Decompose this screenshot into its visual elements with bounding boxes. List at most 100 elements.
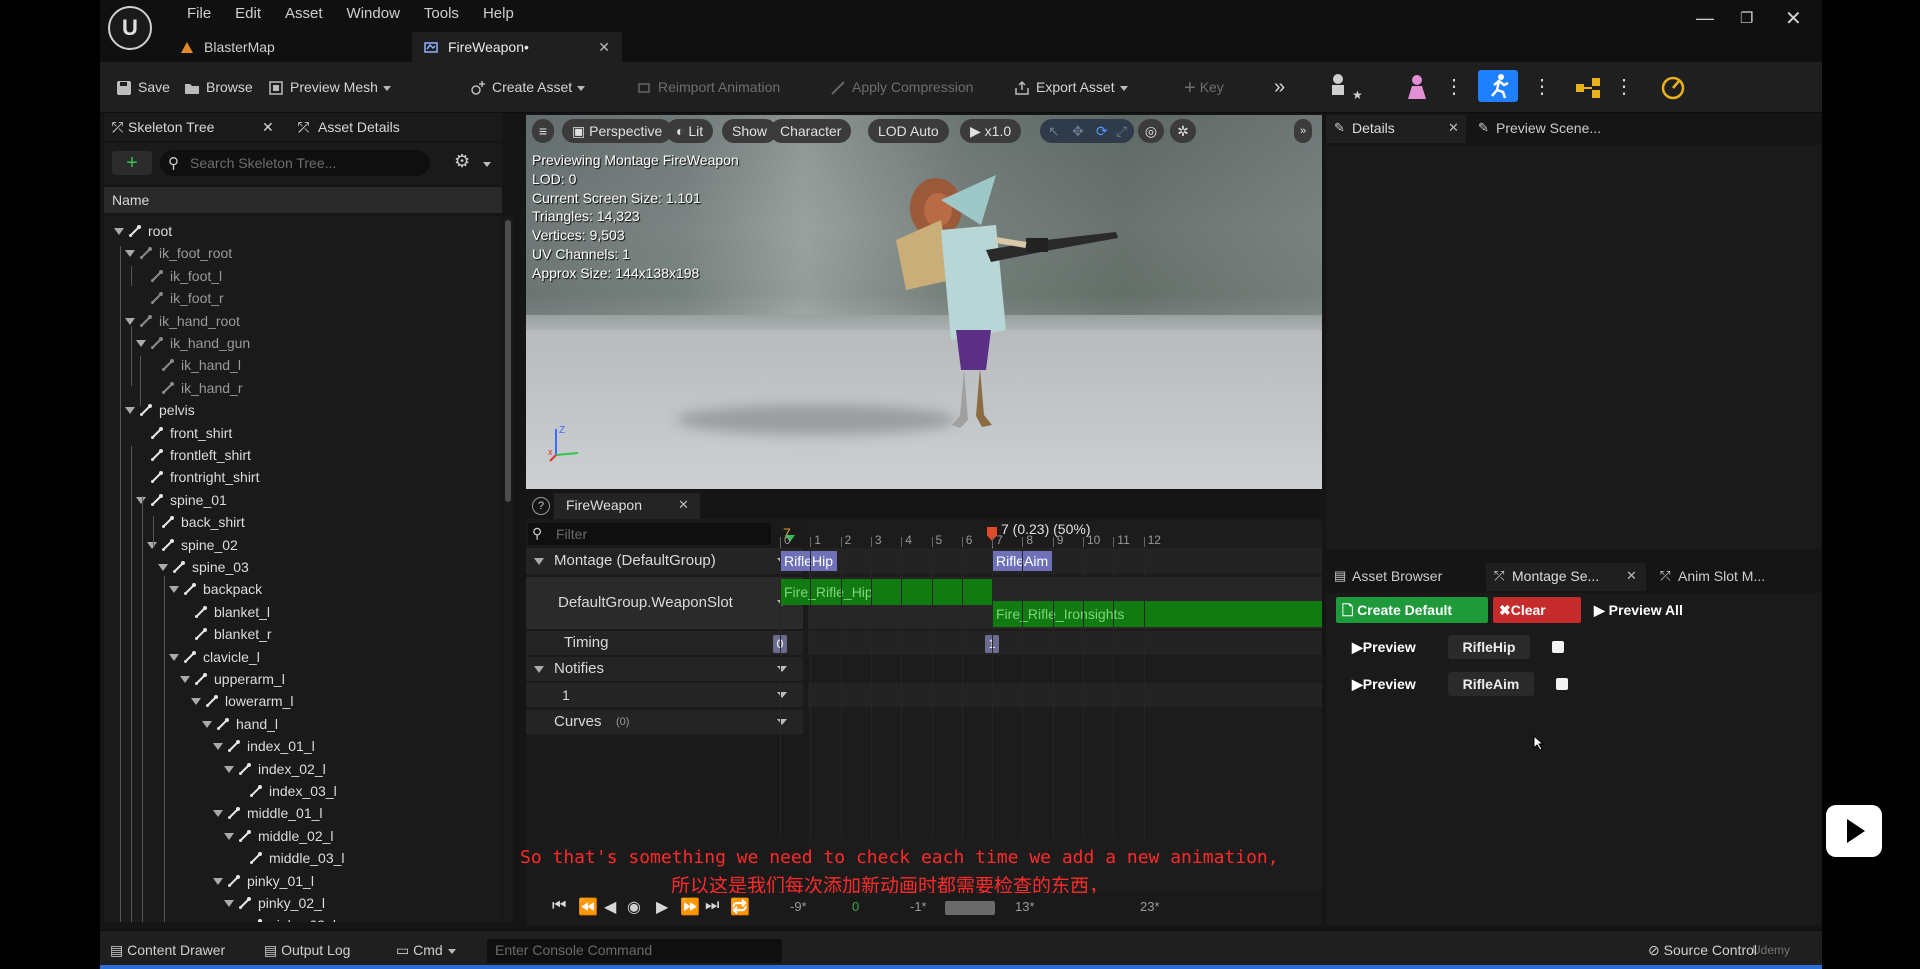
apply-compression-button[interactable]: Apply Compression <box>830 62 973 112</box>
record-icon[interactable]: ◉ <box>627 897 641 917</box>
section-riflehip[interactable]: RifleHip <box>780 551 838 571</box>
bone-row[interactable]: middle_02_l <box>224 825 334 847</box>
menu-file[interactable]: File <box>175 4 223 24</box>
close-icon[interactable]: ✕ <box>678 497 689 513</box>
section-button-riflehip[interactable]: RifleHip <box>1448 635 1530 659</box>
bone-row[interactable]: ik_foot_l <box>136 265 222 287</box>
gear-icon[interactable]: ⚙ <box>454 151 470 172</box>
close-icon[interactable]: ✕ <box>262 113 274 141</box>
bone-row[interactable]: index_03_l <box>235 780 337 802</box>
content-drawer-button[interactable]: ▤ Content Drawer <box>110 939 225 961</box>
expand-arrow-icon[interactable] <box>213 810 223 818</box>
bone-row[interactable]: pinky_02_l <box>224 892 325 914</box>
add-icon[interactable]: + <box>112 151 152 175</box>
expand-arrow-icon[interactable] <box>169 586 179 594</box>
bone-row[interactable]: front_shirt <box>136 422 232 444</box>
bone-row[interactable]: blanket_l <box>180 601 270 623</box>
source-control-button[interactable]: ⊘ Source Control <box>1648 939 1757 961</box>
preview-viewport[interactable]: ≡ ▣ Perspective ◐ Lit Show Character LOD… <box>526 115 1322 489</box>
range-end[interactable]: 23* <box>1140 899 1160 914</box>
more-options-icon[interactable]: ⋮ <box>1444 62 1464 112</box>
chevron-down-icon[interactable] <box>777 692 787 698</box>
expand-arrow-icon[interactable] <box>202 720 212 728</box>
scale-icon[interactable]: ⤢ <box>1116 119 1127 143</box>
segment-fire-rifle-hip[interactable]: Fire_Rifle_Hip <box>780 579 992 605</box>
bone-row[interactable]: root <box>114 220 172 242</box>
filter-input[interactable]: ⚲ Filter <box>528 523 771 545</box>
bone-row[interactable]: backpack <box>169 578 262 600</box>
range-zero[interactable]: 0 <box>852 899 859 914</box>
bone-row[interactable]: pinky_03_l <box>235 914 336 922</box>
bone-row[interactable]: pinky_01_l <box>213 870 314 892</box>
tab-details[interactable]: ✎ Details ✕ <box>1326 115 1466 143</box>
animation-mode-button[interactable] <box>1478 70 1518 102</box>
bone-row[interactable]: pelvis <box>125 399 195 421</box>
snap-icon[interactable]: ✲ <box>1170 119 1196 143</box>
menu-help[interactable]: Help <box>471 4 526 24</box>
playback-speed-button[interactable]: ▶ x1.0 <box>960 119 1022 143</box>
notify-track-1[interactable]: 1 <box>526 683 803 707</box>
scrollbar[interactable] <box>503 216 513 922</box>
bone-row[interactable]: blanket_r <box>180 623 272 645</box>
tab-asset-browser[interactable]: ▤ Asset Browser <box>1326 563 1482 591</box>
blueprint-mode-icon[interactable] <box>1574 62 1602 112</box>
tab-asset-details[interactable]: Asset Details <box>318 113 400 141</box>
tab-preview-scene[interactable]: ✎ Preview Scene... <box>1470 115 1630 143</box>
play-icon[interactable]: ▶ <box>656 897 668 917</box>
unreal-logo-icon[interactable]: U <box>108 6 152 50</box>
skeleton-mode-icon[interactable]: ★ <box>1326 62 1363 112</box>
close-icon[interactable]: ✕ <box>1626 568 1637 584</box>
menu-tools[interactable]: Tools <box>412 4 471 24</box>
rotate-icon[interactable]: ⟳ <box>1096 119 1108 143</box>
notifies-track[interactable]: Notifies <box>526 657 803 681</box>
bone-row[interactable]: middle_03_l <box>235 847 345 869</box>
bone-row[interactable]: frontright_shirt <box>136 466 259 488</box>
expand-arrow-icon[interactable] <box>147 541 157 549</box>
move-icon[interactable]: ✥ <box>1072 119 1084 143</box>
step-back-icon[interactable]: ⏪ <box>578 897 598 917</box>
checkbox-riflehip[interactable] <box>1552 641 1564 653</box>
montage-track[interactable]: Montage (DefaultGroup) <box>526 548 803 574</box>
checkbox-rifleaim[interactable] <box>1556 678 1568 690</box>
video-player-icon[interactable] <box>1826 805 1882 857</box>
expand-arrow-icon[interactable] <box>125 407 135 415</box>
show-button[interactable]: Show <box>722 119 778 143</box>
minimize-icon[interactable]: — <box>1696 8 1714 29</box>
export-asset-button[interactable]: Export Asset <box>1014 62 1128 112</box>
clear-button[interactable]: ✖Clear <box>1493 597 1581 623</box>
bone-row[interactable]: ik_foot_r <box>136 287 224 309</box>
physics-mode-icon[interactable] <box>1660 62 1686 112</box>
tab-montage-sections[interactable]: ⤱ Montage Se... ✕ <box>1486 563 1646 591</box>
help-icon[interactable]: ? <box>532 497 550 515</box>
bone-row[interactable]: frontleft_shirt <box>136 444 251 466</box>
bone-row[interactable]: index_01_l <box>213 735 315 757</box>
menu-window[interactable]: Window <box>335 4 412 24</box>
bone-row[interactable]: ik_hand_r <box>147 377 243 399</box>
segment-fire-rifle-ironsights[interactable]: Fire_Rifle_Ironsights <box>992 601 1322 627</box>
expand-arrow-icon[interactable] <box>213 743 223 751</box>
range-view-end[interactable]: 13* <box>1015 899 1035 914</box>
preview-mesh-button[interactable]: Preview Mesh <box>268 62 391 112</box>
video-progress-bar[interactable] <box>100 965 1822 969</box>
column-name[interactable]: Name <box>112 187 149 213</box>
bone-row[interactable]: ik_hand_l <box>147 354 241 376</box>
close-icon[interactable]: ✕ <box>1448 120 1459 136</box>
range-scrubber[interactable] <box>945 901 995 915</box>
preview-all-button[interactable]: ▶ Preview All <box>1588 597 1688 623</box>
world-local-icon[interactable]: ◎ <box>1138 119 1164 143</box>
expand-arrow-icon[interactable] <box>224 900 234 907</box>
expand-arrow-icon[interactable] <box>224 832 234 840</box>
bone-row[interactable]: ik_hand_root <box>125 310 240 332</box>
chevron-down-icon[interactable] <box>777 666 787 672</box>
character-button[interactable]: Character <box>770 119 852 143</box>
preview-rifleaim-button[interactable]: ▶Preview <box>1346 671 1426 697</box>
select-icon[interactable]: ↖ <box>1048 119 1060 143</box>
lod-button[interactable]: LOD Auto <box>868 119 949 143</box>
timing-track[interactable]: Timing <box>526 631 803 655</box>
reimport-animation-button[interactable]: Reimport Animation <box>636 62 780 112</box>
more-options-icon[interactable]: ⋮ <box>1532 62 1552 112</box>
restore-icon[interactable]: ❐ <box>1740 9 1753 27</box>
expand-arrow-icon[interactable] <box>125 317 135 325</box>
step-forward-icon[interactable]: ⏩ <box>680 897 700 917</box>
expand-arrow-icon[interactable] <box>224 765 234 773</box>
